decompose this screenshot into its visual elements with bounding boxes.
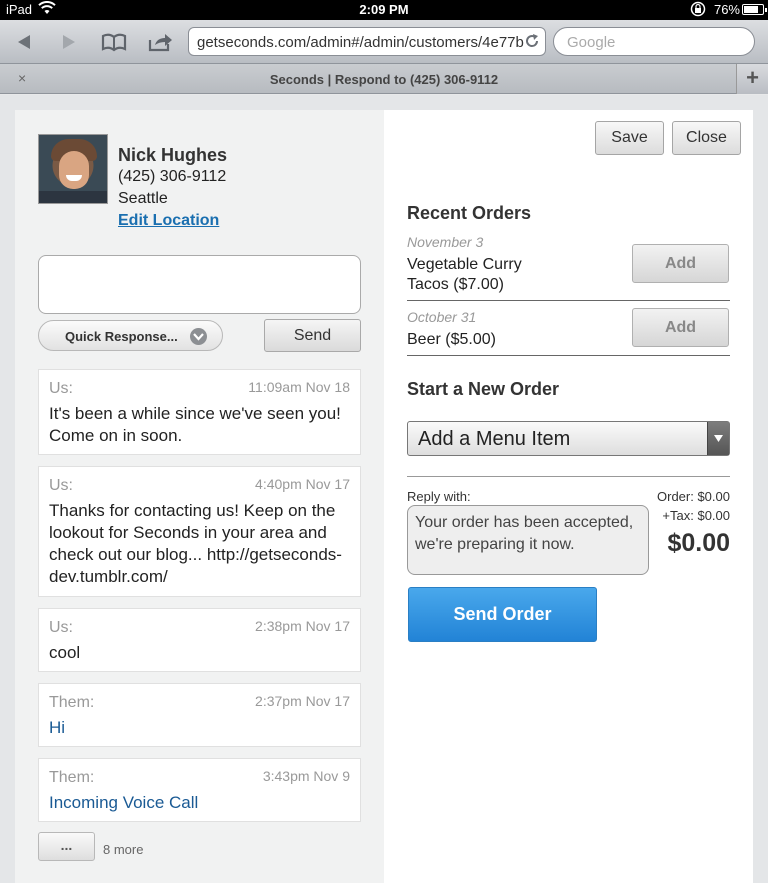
message-time: 2:38pm Nov 17	[255, 618, 350, 634]
message-item: Us: 11:09am Nov 18 It's been a while sin…	[38, 369, 361, 455]
quick-response-button[interactable]: Quick Response...	[38, 320, 223, 351]
message-sender: Them:	[49, 769, 95, 786]
edit-location-link[interactable]: Edit Location	[118, 212, 219, 230]
menu-item-select[interactable]: Add a Menu Item	[407, 421, 730, 456]
message-item: Them: 2:37pm Nov 17 Hi	[38, 683, 361, 747]
bookmarks-icon[interactable]	[99, 28, 129, 56]
tab-title[interactable]: Seconds | Respond to (425) 306-9112	[0, 72, 768, 87]
order-item: Vegetable Curry Tacos ($7.00)	[407, 256, 522, 293]
order-grand-total: $0.00	[667, 529, 730, 557]
divider	[407, 476, 730, 477]
send-button[interactable]: Send	[264, 319, 361, 352]
message-text: Hi	[49, 718, 66, 737]
url-text: getseconds.com/admin#/admin/customers/4e…	[197, 34, 524, 51]
clock: 2:09 PM	[359, 2, 409, 17]
divider	[407, 300, 730, 301]
message-item: Them: 3:43pm Nov 9 Incoming Voice Call	[38, 758, 361, 822]
back-icon[interactable]	[9, 28, 39, 56]
message-input[interactable]	[38, 255, 361, 314]
add-order-button[interactable]: Add	[632, 308, 729, 347]
close-button[interactable]: Close	[672, 121, 741, 155]
avatar	[38, 134, 108, 204]
status-bar: iPad 2:09 PM 76%	[0, 0, 768, 20]
new-tab-button[interactable]: +	[736, 64, 768, 94]
message-text: cool	[49, 643, 81, 662]
battery-icon	[742, 4, 767, 15]
quick-response-label: Quick Response...	[65, 329, 178, 344]
reply-textarea[interactable]: Your order has been accepted, we're prep…	[407, 505, 649, 575]
message-text: Thanks for contacting us! Keep on the lo…	[49, 501, 342, 586]
message-time: 3:43pm Nov 9	[262, 768, 350, 784]
share-icon[interactable]	[145, 28, 175, 56]
tab-bar: × Seconds | Respond to (425) 306-9112 +	[0, 64, 768, 94]
forward-icon[interactable]	[54, 28, 84, 56]
customer-phone: (425) 306-9112	[118, 168, 227, 185]
message-text: It's been a while since we've seen you! …	[49, 404, 341, 445]
send-order-button[interactable]: Send Order	[408, 587, 597, 642]
add-order-button[interactable]: Add	[632, 244, 729, 283]
message-item: Us: 4:40pm Nov 17 Thanks for contacting …	[38, 466, 361, 597]
customer-name: Nick Hughes	[118, 145, 228, 165]
order-date: October 31	[407, 309, 477, 325]
load-more-button[interactable]: ...	[38, 832, 95, 861]
conversation-panel: Nick Hughes (425) 306-9112 Seattle Edit …	[15, 110, 384, 883]
message-sender: Them:	[49, 694, 95, 711]
order-item: Beer ($5.00)	[407, 331, 496, 348]
message-time: 2:37pm Nov 17	[255, 693, 350, 709]
menu-item-select-value: Add a Menu Item	[418, 428, 571, 450]
reload-icon[interactable]	[524, 33, 540, 53]
battery-percentage: 76%	[713, 2, 740, 17]
new-order-title: Start a New Order	[407, 379, 560, 399]
url-field[interactable]: getseconds.com/admin#/admin/customers/4e…	[188, 27, 546, 56]
divider	[407, 355, 730, 356]
customer-city: Seattle	[118, 190, 168, 207]
message-text: Incoming Voice Call	[49, 793, 199, 812]
chevron-down-icon	[707, 422, 729, 455]
more-count: 8 more	[103, 842, 144, 857]
rotation-lock-icon	[690, 1, 706, 20]
message-sender: Us:	[49, 477, 73, 494]
order-subtotal: Order: $0.00	[657, 489, 730, 504]
reply-label: Reply with:	[407, 489, 471, 504]
message-item: Us: 2:38pm Nov 17 cool	[38, 608, 361, 672]
page-content: Nick Hughes (425) 306-9112 Seattle Edit …	[0, 95, 768, 883]
chevron-down-icon	[190, 328, 207, 345]
message-time: 11:09am Nov 18	[248, 379, 350, 395]
message-time: 4:40pm Nov 17	[255, 476, 350, 492]
save-button[interactable]: Save	[595, 121, 664, 155]
order-date: November 3	[407, 234, 484, 250]
message-sender: Us:	[49, 380, 73, 397]
message-sender: Us:	[49, 619, 73, 636]
browser-toolbar: getseconds.com/admin#/admin/customers/4e…	[0, 20, 768, 64]
recent-orders-title: Recent Orders	[407, 203, 532, 223]
order-panel: Save Close Recent Orders November 3 Vege…	[384, 110, 753, 883]
search-field[interactable]: Google	[553, 27, 755, 56]
order-tax: +Tax: $0.00	[662, 508, 730, 523]
